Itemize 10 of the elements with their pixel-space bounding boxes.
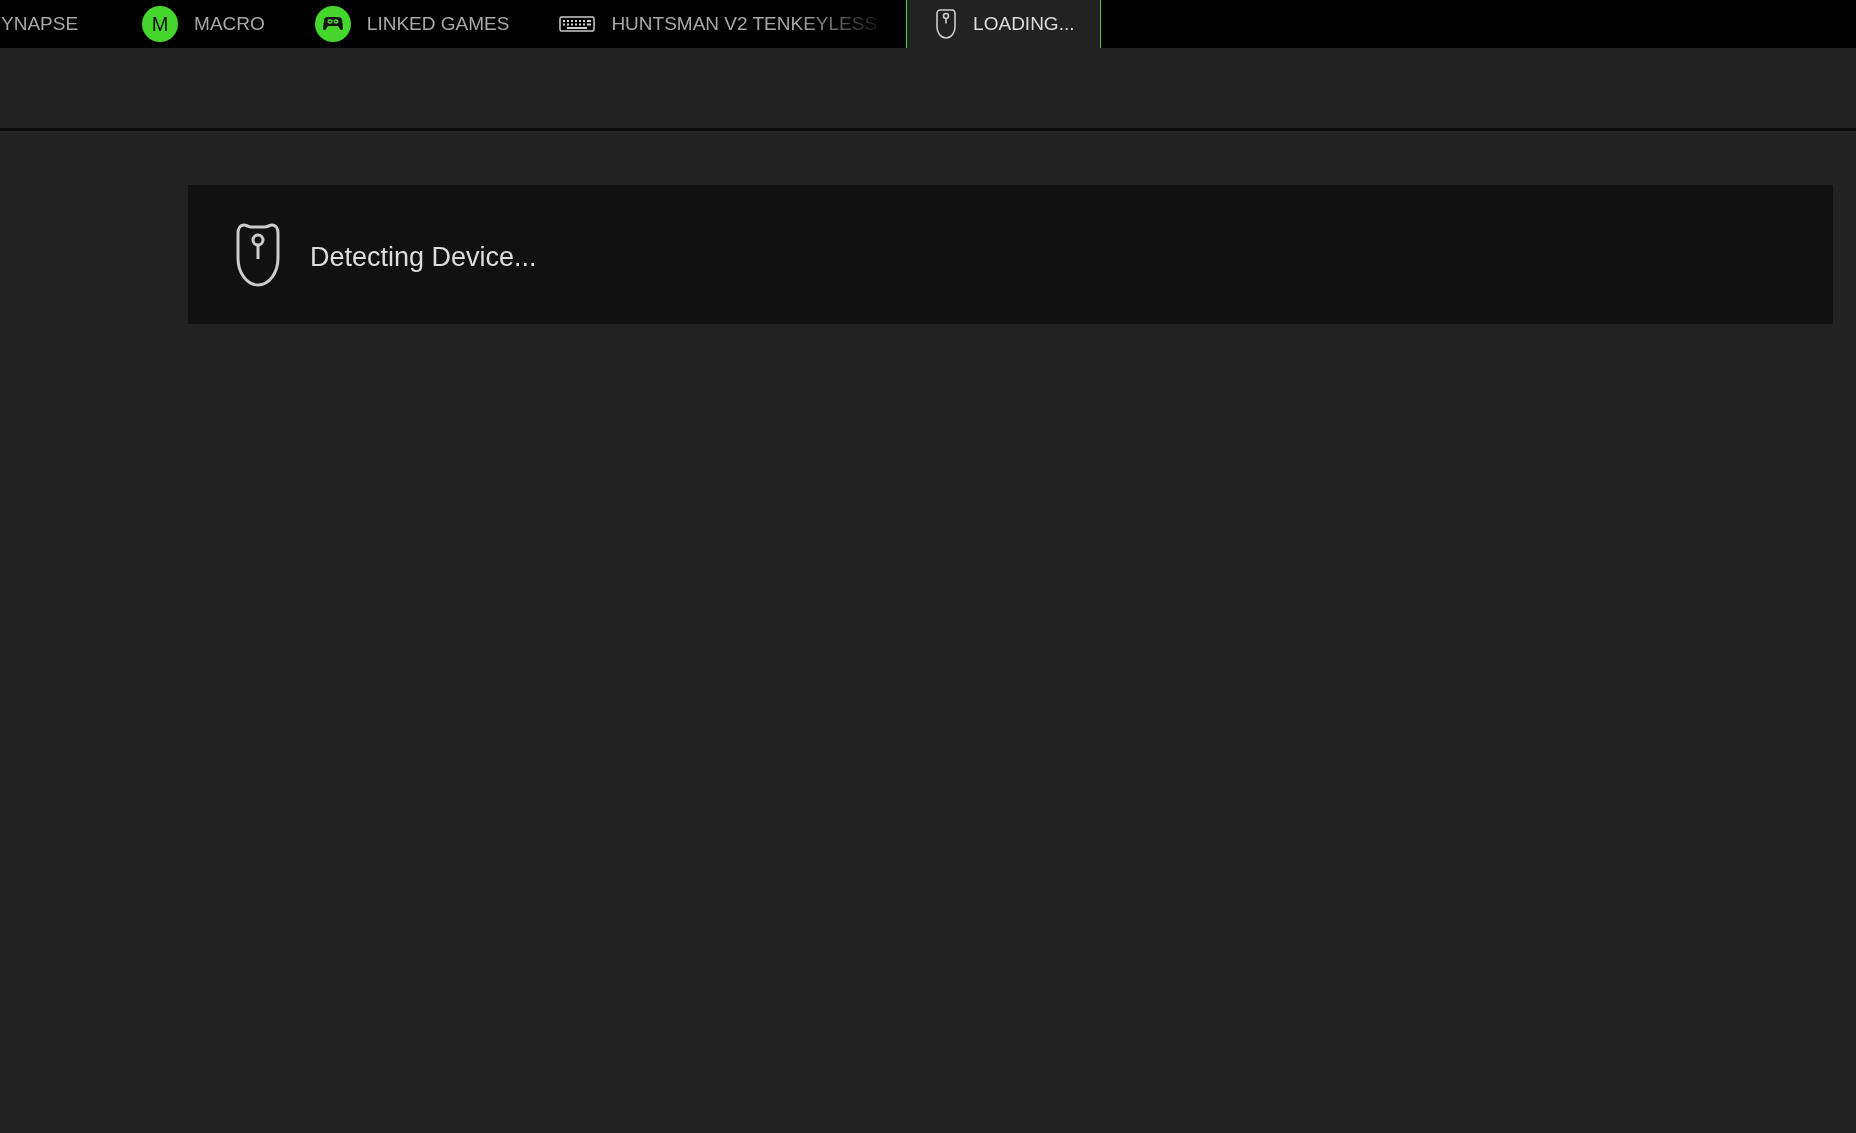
mouse-icon [236,222,280,287]
letter-badge-icon: M [142,6,179,42]
tab[interactable]: YNAPSE [0,0,104,48]
status-message: Detecting Device... [310,241,537,273]
tab[interactable]: M MACRO [117,0,290,48]
tab[interactable]: LOADING... [906,0,1102,48]
mouse-icon [935,8,958,40]
keyboard-icon [559,16,596,32]
gamepad-icon [314,6,351,42]
tab[interactable]: LINKED GAMES [289,0,535,48]
